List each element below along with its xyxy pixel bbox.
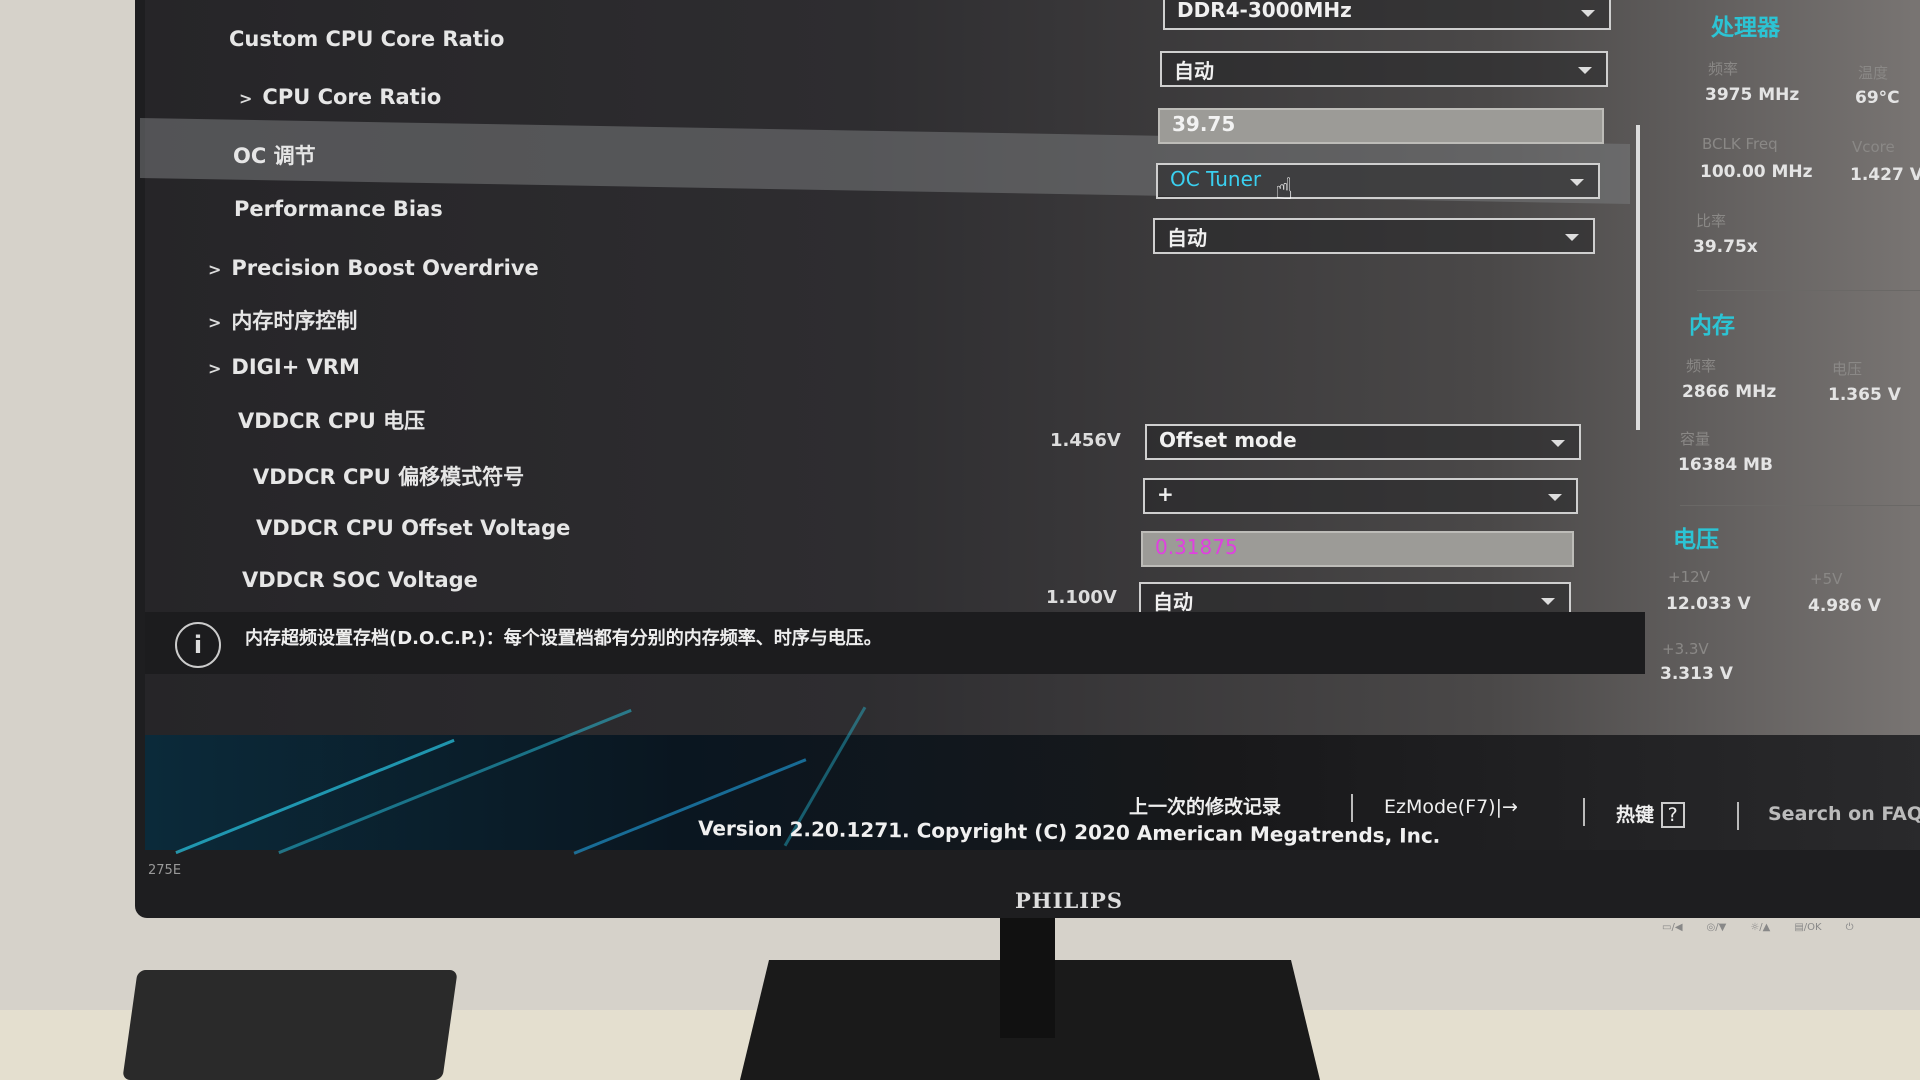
setting-label: 内存时序控制 <box>231 309 358 333</box>
chevron-right-icon: > <box>208 359 222 378</box>
help-text: 内存超频设置存档(D.O.C.P.)：每个设置档都有分别的内存频率、时序与电压。 <box>245 628 882 649</box>
scrollbar[interactable] <box>1636 125 1640 430</box>
setting-vddcr-offset-voltage[interactable]: VDDCR CPU Offset Voltage <box>256 516 570 540</box>
v33-value: 3.313 V <box>1660 664 1733 684</box>
chevron-down-icon <box>1565 234 1579 241</box>
v12-label: +12V <box>1668 568 1710 586</box>
setting-custom-cpu-core-ratio[interactable]: Custom CPU Core Ratio <box>229 27 504 51</box>
monitor-input-button[interactable]: ▭/◀ <box>1662 922 1683 933</box>
divider <box>1737 802 1739 830</box>
v5-value: 4.986 V <box>1808 596 1881 616</box>
divider <box>1351 794 1353 822</box>
monitor-model-label: 275E <box>148 863 182 878</box>
monitor-power-button[interactable]: ⏻ <box>1846 922 1854 933</box>
chevron-down-icon <box>1551 440 1565 447</box>
mem-freq-value: 2866 MHz <box>1682 382 1777 402</box>
submenu-memory-timing[interactable]: > 内存时序控制 <box>208 305 357 335</box>
divider <box>1680 505 1920 506</box>
v33-label: +3.3V <box>1662 640 1709 658</box>
cpu-section-title: 处理器 <box>1711 15 1780 41</box>
mem-capacity-value: 16384 MB <box>1678 455 1773 475</box>
ratio-label: 比率 <box>1696 212 1727 230</box>
vcore-label: Vcore <box>1852 138 1895 156</box>
memory-section-title: 内存 <box>1689 313 1735 339</box>
dropdown-value: Offset mode <box>1159 428 1297 452</box>
dropdown-value: OC Tuner <box>1170 167 1262 191</box>
chevron-right-icon: > <box>208 260 222 279</box>
divider <box>1697 290 1920 291</box>
vddcr-soc-reading: 1.100V <box>1046 587 1117 608</box>
setting-label: Precision Boost Overdrive <box>231 256 539 280</box>
power-adapter <box>122 970 458 1080</box>
vcore-value: 1.427 V <box>1850 165 1920 185</box>
monitor-buttons: ▭/◀ ◎/▼ ☼/▲ ▤/OK ⏻ <box>1662 922 1854 933</box>
setting-label: CPU Core Ratio <box>262 85 442 109</box>
setting-performance-bias[interactable]: Performance Bias <box>234 197 443 221</box>
oc-tuning-dropdown[interactable]: OC Tuner <box>1156 163 1600 199</box>
mem-volt-label: 电压 <box>1832 360 1863 378</box>
voltage-section-title: 电压 <box>1673 527 1719 553</box>
setting-vddcr-cpu-voltage[interactable]: VDDCR CPU 电压 <box>238 405 425 435</box>
monitor-brightness-button[interactable]: ☼/▲ <box>1750 922 1770 933</box>
mem-volt-value: 1.365 V <box>1828 385 1901 405</box>
help-icon: ? <box>1660 802 1685 828</box>
mem-capacity-label: 容量 <box>1680 430 1711 448</box>
setting-label: DIGI+ VRM <box>231 355 360 379</box>
offset-voltage-input[interactable]: 0.31875 <box>1141 531 1574 567</box>
search-faq-link[interactable]: Search on FAQ <box>1768 803 1920 825</box>
chevron-down-icon <box>1570 179 1584 186</box>
vddcr-cpu-voltage-dropdown[interactable]: Offset mode <box>1145 424 1581 460</box>
chevron-down-icon <box>1541 598 1555 605</box>
offset-sign-dropdown[interactable]: + <box>1143 478 1578 514</box>
dropdown-value: 自动 <box>1174 59 1214 83</box>
cpu-temp-value: 69°C <box>1855 88 1900 108</box>
setting-vddcr-offset-sign[interactable]: VDDCR CPU 偏移模式符号 <box>253 461 524 491</box>
setting-cpu-core-ratio[interactable]: > CPU Core Ratio <box>239 85 441 109</box>
monitor-menu-button[interactable]: ▤/OK <box>1794 922 1821 933</box>
v5-label: +5V <box>1810 570 1843 588</box>
setting-oc-tuning[interactable]: OC 调节 <box>233 140 316 170</box>
philips-logo: PHILIPS <box>1015 888 1124 913</box>
hotkeys-button[interactable]: 热键 ? <box>1616 800 1685 828</box>
chevron-right-icon: > <box>208 313 222 332</box>
performance-bias-dropdown[interactable]: 自动 <box>1153 218 1595 254</box>
ezmode-button[interactable]: EzMode(F7)|→ <box>1384 796 1518 818</box>
cpu-freq-label: 频率 <box>1708 60 1739 78</box>
mem-freq-label: 频率 <box>1686 357 1717 375</box>
chevron-right-icon: > <box>239 89 253 108</box>
custom-cpu-core-ratio-dropdown[interactable]: 自动 <box>1160 51 1608 87</box>
submenu-precision-boost-overdrive[interactable]: > Precision Boost Overdrive <box>208 256 539 280</box>
chevron-down-icon <box>1548 494 1562 501</box>
monitor-stand <box>1000 918 1055 1038</box>
info-icon: i <box>175 622 221 668</box>
setting-vddcr-soc-voltage[interactable]: VDDCR SOC Voltage <box>242 568 478 592</box>
dropdown-value: 自动 <box>1153 590 1193 614</box>
hotkeys-label: 热键 <box>1616 804 1655 826</box>
vddcr-cpu-reading: 1.456V <box>1050 430 1121 451</box>
chevron-down-icon <box>1578 67 1592 74</box>
memory-frequency-dropdown[interactable]: DDR4-3000MHz <box>1163 0 1611 30</box>
bclk-value: 100.00 MHz <box>1700 162 1813 182</box>
dropdown-value: 自动 <box>1167 226 1207 250</box>
hand-cursor-icon: ☝ <box>1275 172 1294 207</box>
last-modified-link[interactable]: 上一次的修改记录 <box>1129 792 1281 819</box>
cpu-freq-value: 3975 MHz <box>1705 85 1800 105</box>
chevron-down-icon <box>1581 10 1595 17</box>
dropdown-value: + <box>1157 482 1174 506</box>
monitor-mode-button[interactable]: ◎/▼ <box>1707 922 1727 933</box>
dropdown-value: DDR4-3000MHz <box>1177 0 1352 22</box>
submenu-digi-vrm[interactable]: > DIGI+ VRM <box>208 355 360 379</box>
cpu-temp-label: 温度 <box>1858 64 1889 82</box>
bclk-label: BCLK Freq <box>1702 135 1778 153</box>
cpu-core-ratio-input[interactable]: 39.75 <box>1158 108 1604 144</box>
divider <box>1583 798 1585 826</box>
ratio-value: 39.75x <box>1693 237 1758 257</box>
v12-value: 12.033 V <box>1666 594 1751 614</box>
